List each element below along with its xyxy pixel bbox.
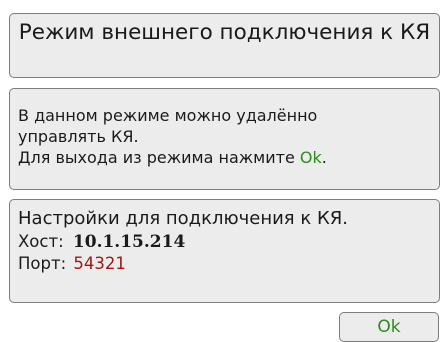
title-panel: Режим внешнего подключения к КЯ xyxy=(9,13,440,78)
message-line-3-prefix: Для выхода из режима нажмите xyxy=(18,148,300,167)
host-value: 10.1.15.214 xyxy=(72,232,186,252)
host-label: Хост: xyxy=(18,232,64,251)
message-panel: В данном режиме можно удалённо управлять… xyxy=(9,88,440,190)
dialog-title: Режим внешнего подключения к КЯ xyxy=(18,20,431,45)
port-row: Порт: 54321 xyxy=(18,253,433,275)
message-ok-highlight: Ok xyxy=(299,148,322,167)
host-row: Хост: 10.1.15.214 xyxy=(18,231,433,253)
port-label: Порт: xyxy=(18,254,67,273)
settings-panel: Настройки для подключения к КЯ. Хост: 10… xyxy=(9,199,440,303)
port-value: 54321 xyxy=(73,254,126,273)
settings-title: Настройки для подключения к КЯ. xyxy=(18,208,348,229)
message-line-3-suffix: . xyxy=(321,148,327,167)
message-line-1: В данном режиме можно удалённо xyxy=(18,106,318,125)
message-line-3: Для выхода из режима нажмите Ok. xyxy=(18,147,433,168)
message-line-2: управлять КЯ. xyxy=(18,127,139,146)
